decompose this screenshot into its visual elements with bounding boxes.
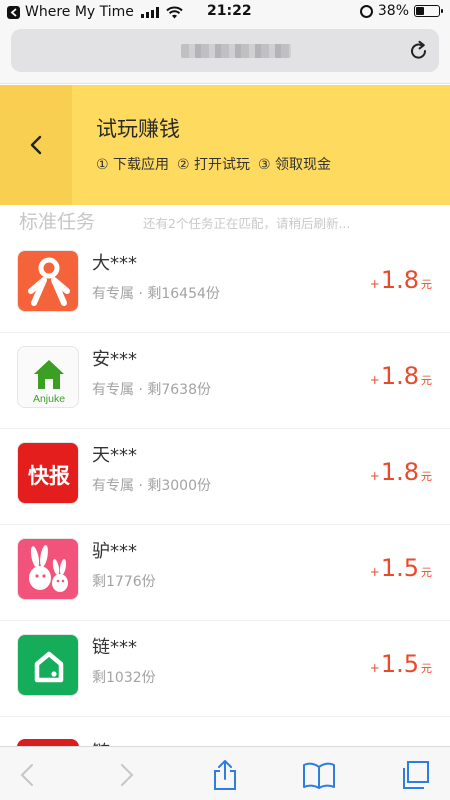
step-1: ① 下载应用 — [96, 157, 170, 173]
task-remaining: 有专属 · 剩16454份 — [92, 286, 220, 302]
step-3: ③ 领取现金 — [258, 157, 332, 173]
back-to-app-icon[interactable] — [7, 5, 20, 19]
task-reward: + 1.5 元 — [370, 650, 432, 678]
back-app-label[interactable]: Where My Time — [25, 4, 134, 20]
task-remaining: 剩1032份 — [92, 670, 156, 686]
cellular-signal-icon — [140, 6, 159, 18]
task-name: 大*** — [92, 253, 137, 274]
reward-amount: 1.5 — [380, 650, 419, 678]
section-header: 标准任务 还有2个任务正在匹配，请稍后刷新... — [0, 205, 450, 237]
reward-unit: 元 — [421, 566, 432, 579]
reward-amount: 1.8 — [380, 266, 419, 294]
divider — [0, 716, 450, 717]
address-bar[interactable] — [11, 29, 439, 72]
anjuke-icon: Anjuke — [17, 346, 79, 408]
page-header: 试玩赚钱 ① 下载应用 ② 打开试玩 ③ 领取现金 — [0, 85, 450, 205]
reward-amount: 1.5 — [380, 554, 419, 582]
task-remaining: 有专属 · 剩3000份 — [92, 478, 211, 494]
dianping-icon — [17, 250, 79, 312]
battery-icon — [414, 5, 443, 17]
reward-plus: + — [369, 469, 380, 483]
kuaibao-logo-text: 快报 — [28, 464, 70, 488]
chevron-left-icon — [30, 135, 42, 155]
status-right: 38% — [359, 3, 443, 19]
blurred-url — [181, 44, 291, 58]
section-title: 标准任务 — [19, 211, 96, 233]
anjuke-logo-text: Anjuke — [33, 393, 65, 405]
page-title: 试玩赚钱 — [96, 117, 180, 141]
status-bar: Where My Time 21:22 38% — [0, 0, 450, 24]
share-icon — [214, 760, 236, 790]
reward-unit: 元 — [421, 278, 432, 291]
nav-back-button[interactable] — [10, 759, 44, 791]
task-reward: + 1.8 元 — [370, 266, 432, 294]
task-reward: + 1.8 元 — [370, 458, 432, 486]
task-reward: + 1.5 元 — [370, 554, 432, 582]
task-reward: + 1.8 元 — [370, 362, 432, 390]
tabs-button[interactable] — [398, 759, 432, 791]
orientation-lock-icon — [359, 4, 373, 18]
task-row[interactable]: Anjuke 安*** 有专属 · 剩7638份 + 1.8 元 — [0, 333, 450, 429]
task-row[interactable]: 快报 天*** 有专属 · 剩3000份 + 1.8 元 — [0, 429, 450, 525]
reward-unit: 元 — [421, 662, 432, 675]
reward-amount: 1.8 — [380, 458, 419, 486]
nav-forward-button[interactable] — [110, 759, 144, 791]
task-row[interactable]: 链*** 剩1032份 + 1.5 元 — [0, 621, 450, 717]
task-name: 链*** — [92, 637, 137, 658]
reward-plus: + — [369, 661, 380, 675]
back-arrow-icon — [20, 764, 33, 786]
kuaibao-icon: 快报 — [17, 442, 79, 504]
step-2: ② 打开试玩 — [177, 157, 251, 173]
task-row[interactable]: 驴*** 剩1776份 + 1.5 元 — [0, 525, 450, 621]
book-icon — [303, 762, 335, 789]
task-name: 天*** — [92, 445, 137, 466]
battery-percent: 38% — [377, 3, 409, 19]
reward-plus: + — [369, 565, 380, 579]
tabs-icon — [403, 761, 429, 789]
reward-plus: + — [369, 277, 380, 291]
steps: ① 下载应用 ② 打开试玩 ③ 领取现金 — [96, 154, 331, 174]
share-button[interactable] — [208, 759, 242, 791]
section-note: 还有2个任务正在匹配，请稍后刷新... — [143, 216, 351, 231]
reward-amount: 1.8 — [380, 362, 419, 390]
wifi-icon — [166, 6, 183, 18]
back-button[interactable] — [0, 85, 72, 205]
forward-arrow-icon — [121, 764, 134, 786]
screen: Where My Time 21:22 38% 试玩赚钱 ① 下载应用 ② 打开… — [0, 0, 450, 800]
browser-toolbar — [0, 746, 450, 800]
rabbit-icon — [17, 538, 79, 600]
bookmarks-button[interactable] — [302, 759, 336, 791]
task-row[interactable]: 大*** 有专属 · 剩16454份 + 1.8 元 — [0, 237, 450, 333]
house-icon — [17, 634, 79, 696]
browser-address-area — [0, 24, 450, 84]
task-name: 驴*** — [92, 541, 137, 562]
task-remaining: 剩1776份 — [92, 574, 156, 590]
reward-plus: + — [369, 373, 380, 387]
task-name: 安*** — [92, 349, 137, 370]
reload-icon[interactable] — [407, 39, 431, 63]
reward-unit: 元 — [421, 374, 432, 387]
clock: 21:22 — [207, 3, 252, 19]
task-remaining: 有专属 · 剩7638份 — [92, 382, 211, 398]
reward-unit: 元 — [421, 470, 432, 483]
